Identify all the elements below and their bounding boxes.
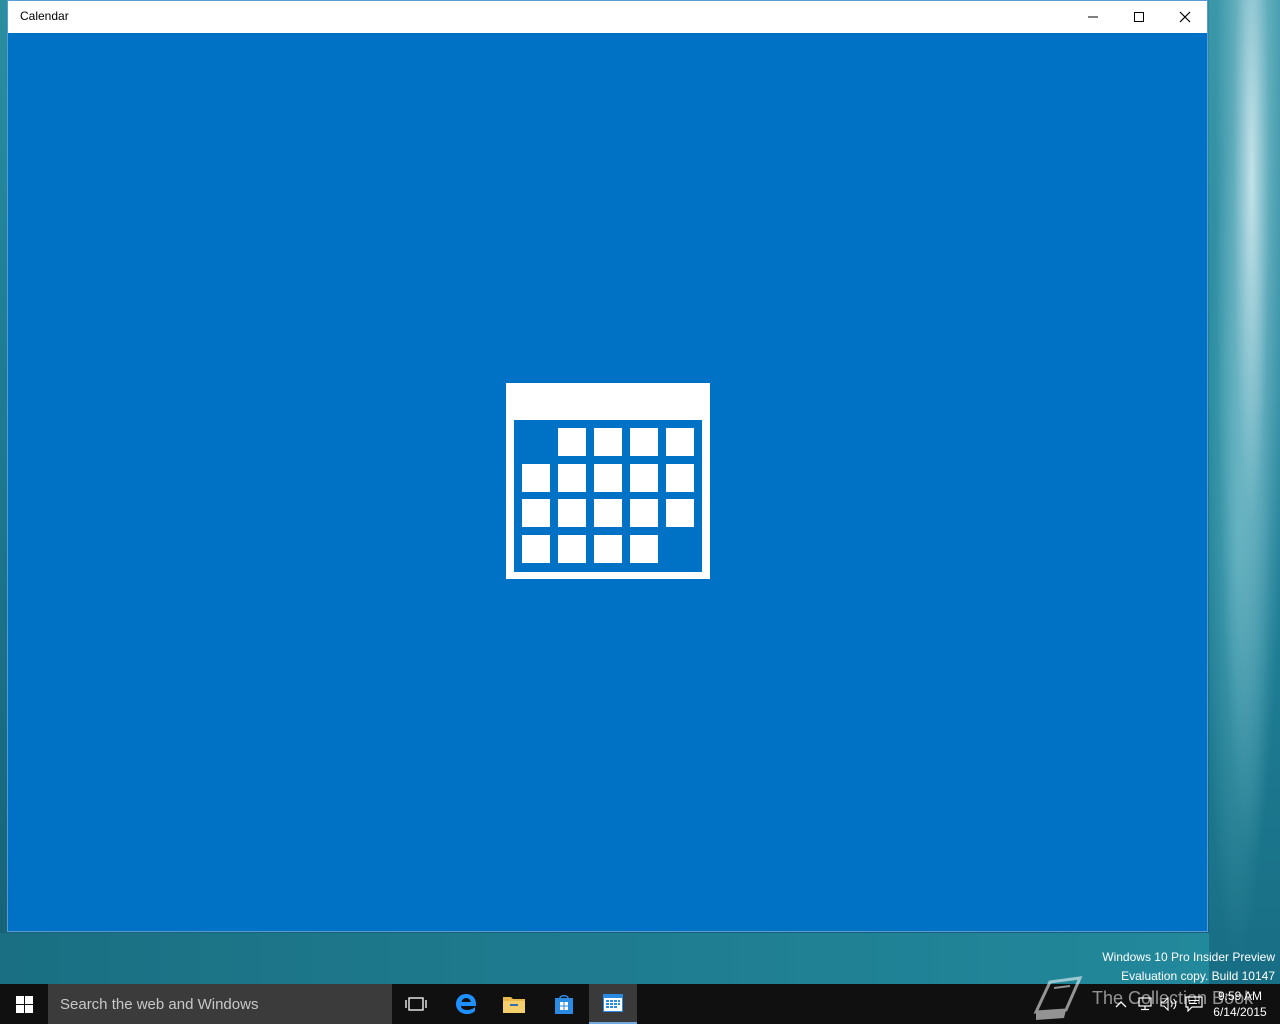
action-center-icon <box>1185 996 1203 1012</box>
window-title: Calendar <box>20 9 69 23</box>
task-view-button[interactable] <box>392 984 440 1024</box>
search-input[interactable]: Search the web and Windows <box>48 984 392 1024</box>
store-button[interactable] <box>540 984 588 1024</box>
clock-date: 6/14/2015 <box>1213 1005 1267 1019</box>
edge-icon <box>456 994 476 1014</box>
network-button[interactable] <box>1134 984 1156 1024</box>
start-button[interactable] <box>0 984 48 1024</box>
close-button[interactable] <box>1162 1 1208 33</box>
file-explorer-icon <box>503 997 525 1013</box>
minimize-button[interactable] <box>1070 1 1116 33</box>
close-icon <box>1179 11 1191 23</box>
build-watermark-line2: Evaluation copy. Build 10147 <box>1121 969 1275 983</box>
desktop-wallpaper <box>1209 0 1280 984</box>
task-view-icon <box>405 997 427 1011</box>
action-center-button[interactable] <box>1182 984 1206 1024</box>
chevron-up-icon <box>1115 1001 1127 1008</box>
file-explorer-button[interactable] <box>490 984 538 1024</box>
volume-icon <box>1160 997 1177 1011</box>
volume-button[interactable] <box>1158 984 1180 1024</box>
minimize-icon <box>1088 16 1098 18</box>
calendar-taskbar-button[interactable] <box>589 984 637 1024</box>
taskbar: Search the web and Windows 9:59 AM 6/14/… <box>0 984 1280 1024</box>
calendar-icon <box>506 383 710 579</box>
maximize-icon <box>1134 12 1144 22</box>
build-watermark-line1: Windows 10 Pro Insider Preview <box>1102 950 1275 964</box>
edge-button[interactable] <box>442 984 490 1024</box>
desktop-wallpaper-bottom <box>0 933 1209 984</box>
search-placeholder: Search the web and Windows <box>60 995 259 1013</box>
calendar-icon <box>603 994 623 1012</box>
title-bar[interactable]: Calendar <box>8 1 1207 33</box>
store-icon <box>555 995 573 1014</box>
windows-logo-icon <box>15 995 33 1013</box>
clock-time: 9:59 AM <box>1217 989 1263 1003</box>
show-hidden-icons-button[interactable] <box>1110 984 1132 1024</box>
calendar-window: Calendar <box>7 0 1208 932</box>
maximize-button[interactable] <box>1116 1 1162 33</box>
clock[interactable]: 9:59 AM 6/14/2015 <box>1206 988 1274 1020</box>
network-icon <box>1138 997 1152 1011</box>
